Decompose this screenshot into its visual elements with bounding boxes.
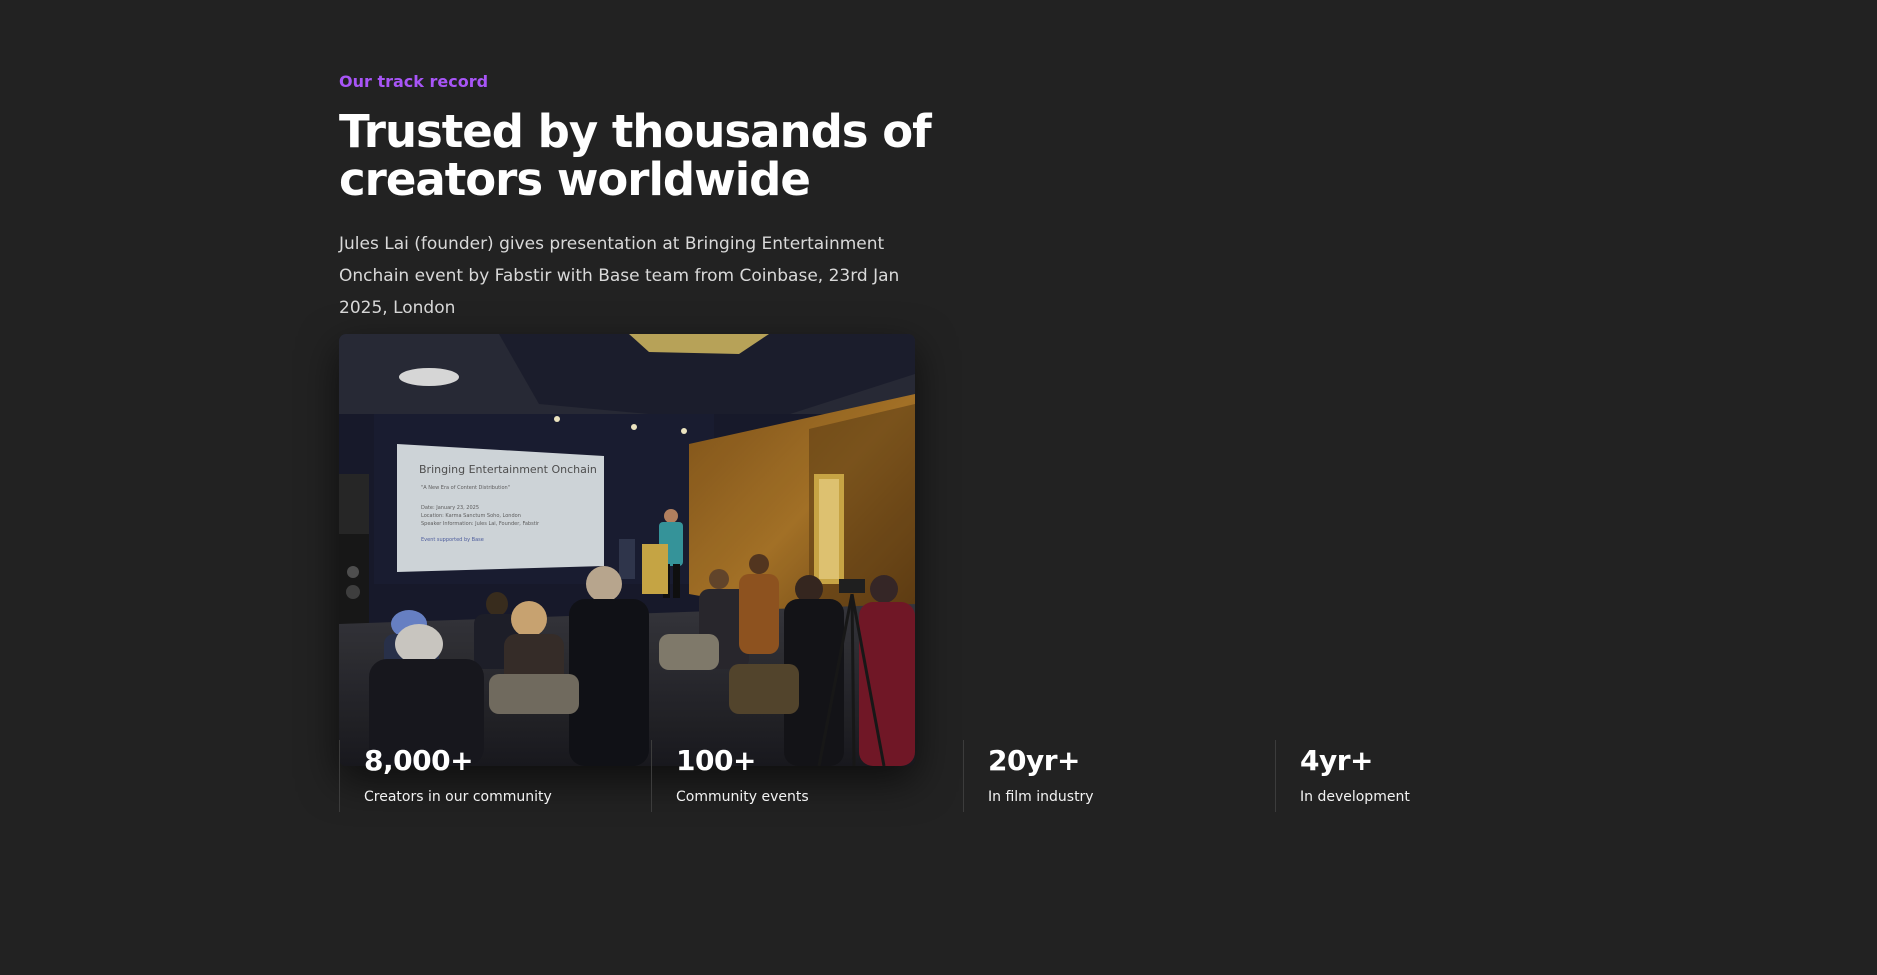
- track-record-section: Our track record Trusted by thousands of…: [339, 72, 1539, 766]
- photo-caption: Jules Lai (founder) gives presentation a…: [339, 234, 900, 318]
- stat-value: 8,000+: [364, 744, 474, 777]
- section-eyebrow: Our track record: [339, 72, 489, 91]
- stat-label: In film industry: [988, 789, 1094, 805]
- stat-community-events: 100+ Community events: [651, 740, 963, 812]
- stat-label: Creators in our community: [364, 789, 552, 805]
- stats-row: 8,000+ Creators in our community 100+ Co…: [339, 740, 1587, 812]
- stat-value: 4yr+: [1300, 744, 1374, 777]
- stat-label: In development: [1300, 789, 1410, 805]
- stat-film-industry: 20yr+ In film industry: [963, 740, 1275, 812]
- section-headline: Trusted by thousands of creators worldwi…: [339, 105, 932, 206]
- stat-creators: 8,000+ Creators in our community: [339, 740, 651, 812]
- stat-development: 4yr+ In development: [1275, 740, 1587, 812]
- page: Our track record Trusted by thousands of…: [0, 0, 1877, 975]
- stat-value: 100+: [676, 744, 756, 777]
- stat-value: 20yr+: [988, 744, 1081, 777]
- stat-label: Community events: [676, 789, 809, 805]
- event-photo: Bringing Entertainment Onchain "A New Er…: [339, 334, 915, 766]
